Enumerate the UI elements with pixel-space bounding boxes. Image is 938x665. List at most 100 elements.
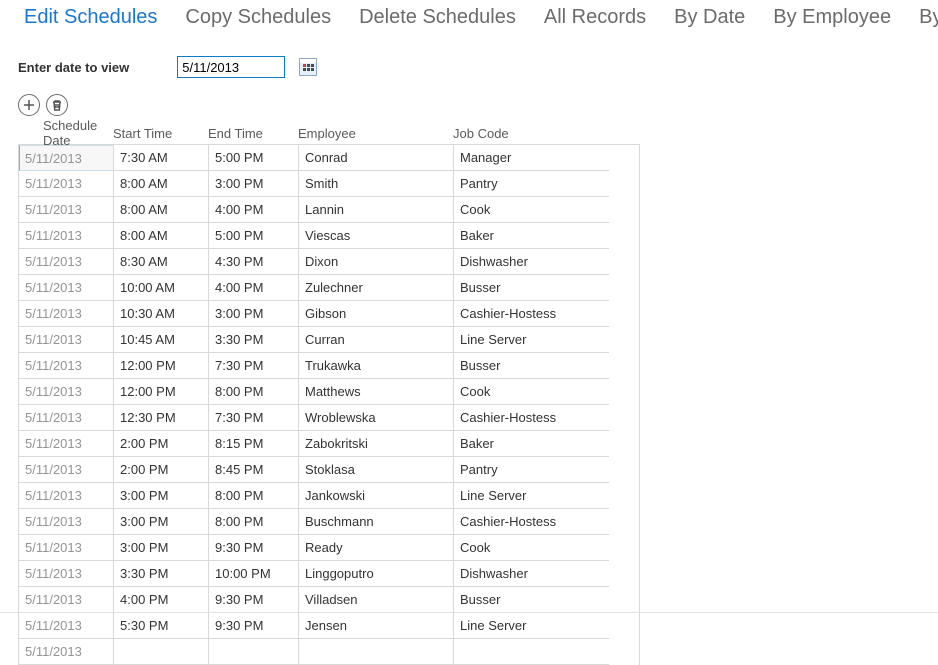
cell-end-time[interactable] <box>209 639 299 665</box>
tab-delete-schedules[interactable]: Delete Schedules <box>345 4 530 35</box>
cell-employee[interactable]: Viescas <box>299 223 454 249</box>
cell-employee[interactable]: Villadsen <box>299 587 454 613</box>
cell-end-time[interactable]: 3:30 PM <box>209 327 299 353</box>
cell-end-time[interactable]: 8:00 PM <box>209 379 299 405</box>
table-row[interactable]: 5/11/201310:45 AM3:30 PMCurranLine Serve… <box>19 327 639 353</box>
cell-employee[interactable]: Jankowski <box>299 483 454 509</box>
cell-schedule-date[interactable]: 5/11/2013 <box>19 405 114 431</box>
table-row[interactable]: 5/11/201310:00 AM4:00 PMZulechnerBusser <box>19 275 639 301</box>
cell-job-code[interactable]: Cook <box>454 197 609 223</box>
cell-end-time[interactable]: 9:30 PM <box>209 535 299 561</box>
cell-start-time[interactable]: 5:30 PM <box>114 613 209 639</box>
cell-start-time[interactable]: 12:00 PM <box>114 353 209 379</box>
cell-schedule-date[interactable]: 5/11/2013 <box>19 483 114 509</box>
cell-job-code[interactable]: Line Server <box>454 613 609 639</box>
table-row[interactable]: 5/11/20133:30 PM10:00 PMLinggoputroDishw… <box>19 561 639 587</box>
cell-job-code[interactable]: Baker <box>454 431 609 457</box>
cell-start-time[interactable]: 2:00 PM <box>114 457 209 483</box>
cell-schedule-date[interactable]: 5/11/2013 <box>19 327 114 353</box>
cell-schedule-date[interactable]: 5/11/2013 <box>19 275 114 301</box>
cell-employee[interactable]: Curran <box>299 327 454 353</box>
cell-job-code[interactable]: Cook <box>454 379 609 405</box>
cell-end-time[interactable]: 4:30 PM <box>209 249 299 275</box>
cell-start-time[interactable]: 8:00 AM <box>114 171 209 197</box>
cell-end-time[interactable]: 10:00 PM <box>209 561 299 587</box>
add-button[interactable] <box>18 94 40 116</box>
date-input[interactable] <box>177 56 285 78</box>
cell-schedule-date[interactable]: 5/11/2013 <box>19 353 114 379</box>
cell-employee[interactable]: Jensen <box>299 613 454 639</box>
cell-start-time[interactable]: 12:00 PM <box>114 379 209 405</box>
tab-by-employee[interactable]: By Employee <box>759 4 905 35</box>
cell-employee[interactable]: Stoklasa <box>299 457 454 483</box>
cell-schedule-date[interactable]: 5/11/2013 <box>19 509 114 535</box>
tab-copy-schedules[interactable]: Copy Schedules <box>171 4 345 35</box>
cell-schedule-date[interactable]: 5/11/2013 <box>19 379 114 405</box>
cell-end-time[interactable]: 5:00 PM <box>209 223 299 249</box>
cell-start-time[interactable] <box>114 639 209 665</box>
cell-employee[interactable]: Zulechner <box>299 275 454 301</box>
cell-start-time[interactable]: 3:00 PM <box>114 483 209 509</box>
cell-employee[interactable]: Trukawka <box>299 353 454 379</box>
cell-job-code[interactable]: Dishwasher <box>454 561 609 587</box>
cell-job-code[interactable]: Busser <box>454 353 609 379</box>
cell-start-time[interactable]: 3:30 PM <box>114 561 209 587</box>
table-row[interactable]: 5/11/2013 <box>19 639 639 665</box>
cell-end-time[interactable]: 8:15 PM <box>209 431 299 457</box>
table-row[interactable]: 5/11/20133:00 PM9:30 PMReadyCook <box>19 535 639 561</box>
cell-end-time[interactable]: 7:30 PM <box>209 353 299 379</box>
cell-job-code[interactable]: Pantry <box>454 171 609 197</box>
cell-schedule-date[interactable]: 5/11/2013 <box>19 535 114 561</box>
table-row[interactable]: 5/11/20138:30 AM4:30 PMDixonDishwasher <box>19 249 639 275</box>
cell-schedule-date[interactable]: 5/11/2013 <box>19 145 114 171</box>
cell-employee[interactable]: Zabokritski <box>299 431 454 457</box>
cell-end-time[interactable]: 5:00 PM <box>209 145 299 171</box>
cell-job-code[interactable]: Busser <box>454 587 609 613</box>
tab-edit-schedules[interactable]: Edit Schedules <box>10 4 171 35</box>
cell-start-time[interactable]: 3:00 PM <box>114 535 209 561</box>
tab-all-records[interactable]: All Records <box>530 4 660 35</box>
cell-start-time[interactable]: 3:00 PM <box>114 509 209 535</box>
table-row[interactable]: 5/11/201310:30 AM3:00 PMGibsonCashier-Ho… <box>19 301 639 327</box>
header-job-code[interactable]: Job Code <box>453 126 608 141</box>
cell-employee[interactable]: Dixon <box>299 249 454 275</box>
table-row[interactable]: 5/11/20133:00 PM8:00 PMJankowskiLine Ser… <box>19 483 639 509</box>
cell-employee[interactable]: Wroblewska <box>299 405 454 431</box>
table-row[interactable]: 5/11/20134:00 PM9:30 PMVilladsenBusser <box>19 587 639 613</box>
cell-schedule-date[interactable]: 5/11/2013 <box>19 561 114 587</box>
cell-end-time[interactable]: 4:00 PM <box>209 197 299 223</box>
tab-by-position[interactable]: By Position <box>905 4 938 35</box>
cell-start-time[interactable]: 8:00 AM <box>114 223 209 249</box>
cell-end-time[interactable]: 3:00 PM <box>209 171 299 197</box>
table-row[interactable]: 5/11/20138:00 AM4:00 PMLanninCook <box>19 197 639 223</box>
cell-schedule-date[interactable]: 5/11/2013 <box>19 457 114 483</box>
cell-job-code[interactable]: Dishwasher <box>454 249 609 275</box>
cell-end-time[interactable]: 4:00 PM <box>209 275 299 301</box>
cell-schedule-date[interactable]: 5/11/2013 <box>19 431 114 457</box>
cell-employee[interactable] <box>299 639 454 665</box>
cell-employee[interactable]: Conrad <box>299 145 454 171</box>
table-row[interactable]: 5/11/20135:30 PM9:30 PMJensenLine Server <box>19 613 639 639</box>
cell-job-code[interactable]: Line Server <box>454 327 609 353</box>
cell-employee[interactable]: Buschmann <box>299 509 454 535</box>
cell-start-time[interactable]: 12:30 PM <box>114 405 209 431</box>
cell-start-time[interactable]: 10:00 AM <box>114 275 209 301</box>
table-row[interactable]: 5/11/201312:30 PM7:30 PMWroblewskaCashie… <box>19 405 639 431</box>
cell-start-time[interactable]: 2:00 PM <box>114 431 209 457</box>
cell-employee[interactable]: Lannin <box>299 197 454 223</box>
cell-schedule-date[interactable]: 5/11/2013 <box>19 171 114 197</box>
tab-by-date[interactable]: By Date <box>660 4 759 35</box>
cell-schedule-date[interactable]: 5/11/2013 <box>19 639 114 665</box>
cell-job-code[interactable]: Busser <box>454 275 609 301</box>
table-row[interactable]: 5/11/20132:00 PM8:45 PMStoklasaPantry <box>19 457 639 483</box>
cell-start-time[interactable]: 4:00 PM <box>114 587 209 613</box>
cell-employee[interactable]: Matthews <box>299 379 454 405</box>
cell-job-code[interactable]: Cook <box>454 535 609 561</box>
cell-job-code[interactable]: Baker <box>454 223 609 249</box>
cell-job-code[interactable] <box>454 639 609 665</box>
header-start-time[interactable]: Start Time <box>113 126 208 141</box>
table-row[interactable]: 5/11/201312:00 PM8:00 PMMatthewsCook <box>19 379 639 405</box>
cell-employee[interactable]: Ready <box>299 535 454 561</box>
cell-schedule-date[interactable]: 5/11/2013 <box>19 249 114 275</box>
cell-end-time[interactable]: 9:30 PM <box>209 613 299 639</box>
